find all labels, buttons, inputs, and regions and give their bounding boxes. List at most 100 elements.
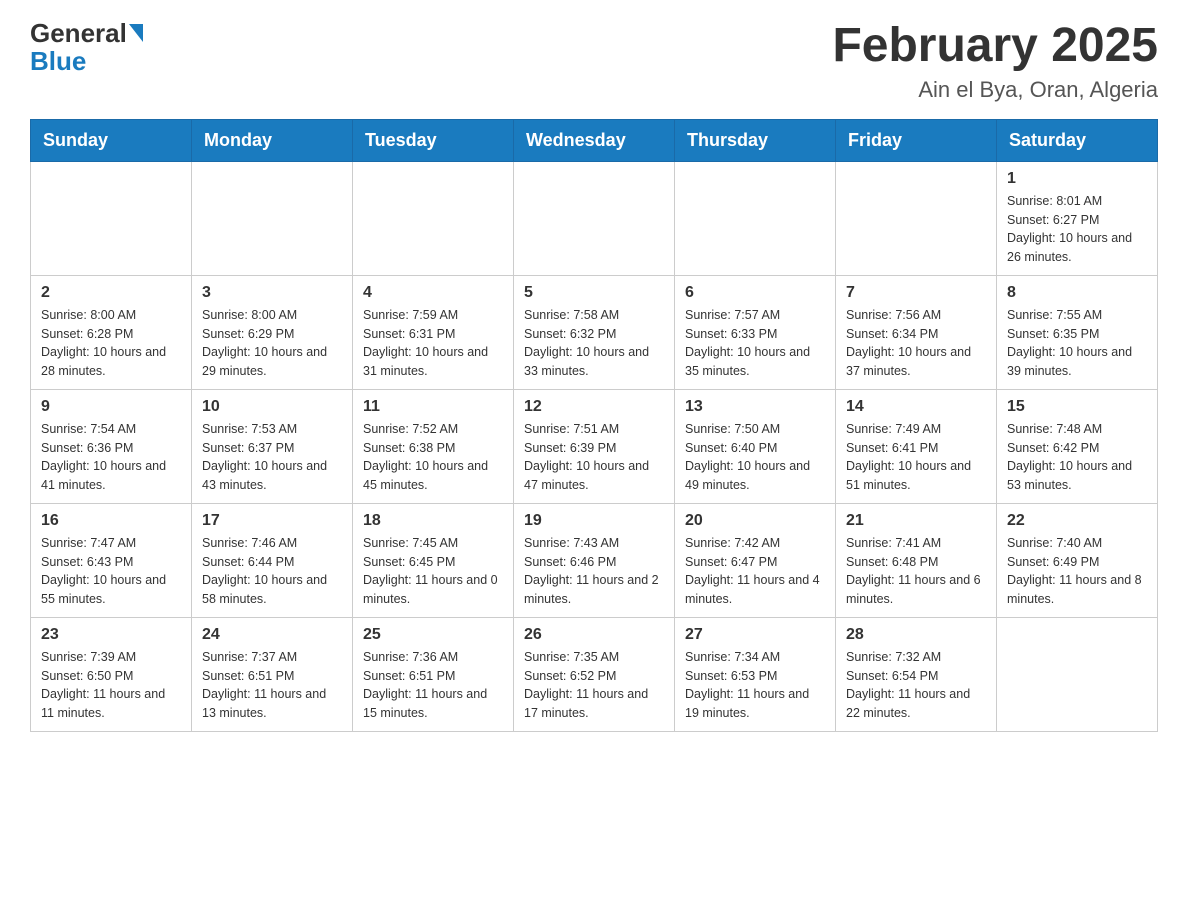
day-info: Sunrise: 7:59 AMSunset: 6:31 PMDaylight:… — [363, 306, 503, 381]
calendar-cell: 5 Sunrise: 7:58 AMSunset: 6:32 PMDaylight… — [514, 275, 675, 389]
day-number: 24 — [202, 626, 342, 644]
day-info: Sunrise: 7:49 AMSunset: 6:41 PMDaylight:… — [846, 420, 986, 495]
day-info: Sunrise: 7:40 AMSunset: 6:49 PMDaylight:… — [1007, 534, 1147, 609]
day-number: 16 — [41, 512, 181, 530]
day-number: 21 — [846, 512, 986, 530]
day-info: Sunrise: 7:54 AMSunset: 6:36 PMDaylight:… — [41, 420, 181, 495]
col-sunday: Sunday — [31, 119, 192, 161]
day-number: 9 — [41, 398, 181, 416]
calendar-cell: 18 Sunrise: 7:45 AMSunset: 6:45 PMDayligh… — [353, 503, 514, 617]
calendar-cell: 15 Sunrise: 7:48 AMSunset: 6:42 PMDayligh… — [997, 389, 1158, 503]
calendar-cell: 26 Sunrise: 7:35 AMSunset: 6:52 PMDayligh… — [514, 617, 675, 731]
calendar-cell: 19 Sunrise: 7:43 AMSunset: 6:46 PMDayligh… — [514, 503, 675, 617]
day-number: 12 — [524, 398, 664, 416]
day-info: Sunrise: 8:00 AMSunset: 6:29 PMDaylight:… — [202, 306, 342, 381]
day-info: Sunrise: 7:52 AMSunset: 6:38 PMDaylight:… — [363, 420, 503, 495]
logo-blue-text: Blue — [30, 46, 86, 76]
calendar-table: Sunday Monday Tuesday Wednesday Thursday… — [30, 119, 1158, 732]
day-info: Sunrise: 7:32 AMSunset: 6:54 PMDaylight:… — [846, 648, 986, 723]
calendar-week-5: 23 Sunrise: 7:39 AMSunset: 6:50 PMDayligh… — [31, 617, 1158, 731]
calendar-cell: 1 Sunrise: 8:01 AMSunset: 6:27 PMDaylight… — [997, 161, 1158, 275]
calendar-cell: 16 Sunrise: 7:47 AMSunset: 6:43 PMDayligh… — [31, 503, 192, 617]
day-info: Sunrise: 8:01 AMSunset: 6:27 PMDaylight:… — [1007, 192, 1147, 267]
day-info: Sunrise: 7:58 AMSunset: 6:32 PMDaylight:… — [524, 306, 664, 381]
day-info: Sunrise: 7:47 AMSunset: 6:43 PMDaylight:… — [41, 534, 181, 609]
calendar-cell — [31, 161, 192, 275]
calendar-cell: 12 Sunrise: 7:51 AMSunset: 6:39 PMDayligh… — [514, 389, 675, 503]
calendar-cell: 28 Sunrise: 7:32 AMSunset: 6:54 PMDayligh… — [836, 617, 997, 731]
day-info: Sunrise: 7:42 AMSunset: 6:47 PMDaylight:… — [685, 534, 825, 609]
day-info: Sunrise: 7:50 AMSunset: 6:40 PMDaylight:… — [685, 420, 825, 495]
day-number: 5 — [524, 284, 664, 302]
day-number: 25 — [363, 626, 503, 644]
day-info: Sunrise: 7:51 AMSunset: 6:39 PMDaylight:… — [524, 420, 664, 495]
col-thursday: Thursday — [675, 119, 836, 161]
day-info: Sunrise: 7:41 AMSunset: 6:48 PMDaylight:… — [846, 534, 986, 609]
calendar-cell: 7Sunrise: 7:56 AMSunset: 6:34 PMDaylight… — [836, 275, 997, 389]
calendar-title-area: February 2025 Ain el Bya, Oran, Algeria — [832, 20, 1158, 103]
col-monday: Monday — [192, 119, 353, 161]
day-number: 28 — [846, 626, 986, 644]
calendar-cell — [192, 161, 353, 275]
logo-general-text: General — [30, 20, 127, 46]
day-number: 11 — [363, 398, 503, 416]
calendar-cell: 11 Sunrise: 7:52 AMSunset: 6:38 PMDayligh… — [353, 389, 514, 503]
calendar-cell: 2 Sunrise: 8:00 AMSunset: 6:28 PMDaylight… — [31, 275, 192, 389]
day-info: Sunrise: 7:45 AMSunset: 6:45 PMDaylight:… — [363, 534, 503, 609]
calendar-cell — [353, 161, 514, 275]
day-number: 6 — [685, 284, 825, 302]
day-number: 8 — [1007, 284, 1147, 302]
day-number: 19 — [524, 512, 664, 530]
calendar-cell: 10 Sunrise: 7:53 AMSunset: 6:37 PMDayligh… — [192, 389, 353, 503]
day-number: 14 — [846, 398, 986, 416]
day-number: 3 — [202, 284, 342, 302]
calendar-cell — [997, 617, 1158, 731]
calendar-cell: 3 Sunrise: 8:00 AMSunset: 6:29 PMDaylight… — [192, 275, 353, 389]
day-info: Sunrise: 7:39 AMSunset: 6:50 PMDaylight:… — [41, 648, 181, 723]
day-number: 18 — [363, 512, 503, 530]
calendar-cell: 4Sunrise: 7:59 AMSunset: 6:31 PMDaylight… — [353, 275, 514, 389]
calendar-cell — [514, 161, 675, 275]
calendar-week-2: 2 Sunrise: 8:00 AMSunset: 6:28 PMDaylight… — [31, 275, 1158, 389]
calendar-cell: 23 Sunrise: 7:39 AMSunset: 6:50 PMDayligh… — [31, 617, 192, 731]
calendar-cell — [836, 161, 997, 275]
logo-arrow-icon — [129, 24, 143, 42]
day-info: Sunrise: 7:56 AMSunset: 6:34 PMDaylight:… — [846, 306, 986, 381]
calendar-cell: 27Sunrise: 7:34 AMSunset: 6:53 PMDayligh… — [675, 617, 836, 731]
calendar-week-1: 1 Sunrise: 8:01 AMSunset: 6:27 PMDaylight… — [31, 161, 1158, 275]
day-number: 10 — [202, 398, 342, 416]
day-number: 26 — [524, 626, 664, 644]
day-info: Sunrise: 7:43 AMSunset: 6:46 PMDaylight:… — [524, 534, 664, 609]
day-info: Sunrise: 7:53 AMSunset: 6:37 PMDaylight:… — [202, 420, 342, 495]
day-number: 13 — [685, 398, 825, 416]
calendar-cell: 24 Sunrise: 7:37 AMSunset: 6:51 PMDayligh… — [192, 617, 353, 731]
calendar-cell: 6 Sunrise: 7:57 AMSunset: 6:33 PMDaylight… — [675, 275, 836, 389]
calendar-cell — [675, 161, 836, 275]
day-info: Sunrise: 8:00 AMSunset: 6:28 PMDaylight:… — [41, 306, 181, 381]
day-number: 2 — [41, 284, 181, 302]
day-info: Sunrise: 7:57 AMSunset: 6:33 PMDaylight:… — [685, 306, 825, 381]
day-number: 17 — [202, 512, 342, 530]
day-info: Sunrise: 7:34 AMSunset: 6:53 PMDaylight:… — [685, 648, 825, 723]
day-number: 20 — [685, 512, 825, 530]
day-info: Sunrise: 7:37 AMSunset: 6:51 PMDaylight:… — [202, 648, 342, 723]
col-friday: Friday — [836, 119, 997, 161]
calendar-cell: 25 Sunrise: 7:36 AMSunset: 6:51 PMDayligh… — [353, 617, 514, 731]
day-number: 1 — [1007, 170, 1147, 188]
col-wednesday: Wednesday — [514, 119, 675, 161]
day-number: 23 — [41, 626, 181, 644]
col-tuesday: Tuesday — [353, 119, 514, 161]
day-number: 15 — [1007, 398, 1147, 416]
day-info: Sunrise: 7:36 AMSunset: 6:51 PMDaylight:… — [363, 648, 503, 723]
col-saturday: Saturday — [997, 119, 1158, 161]
logo: General Blue — [30, 20, 145, 77]
calendar-header-row: Sunday Monday Tuesday Wednesday Thursday… — [31, 119, 1158, 161]
day-info: Sunrise: 7:48 AMSunset: 6:42 PMDaylight:… — [1007, 420, 1147, 495]
calendar-week-4: 16 Sunrise: 7:47 AMSunset: 6:43 PMDayligh… — [31, 503, 1158, 617]
calendar-subtitle: Ain el Bya, Oran, Algeria — [832, 77, 1158, 103]
calendar-cell: 8Sunrise: 7:55 AMSunset: 6:35 PMDaylight… — [997, 275, 1158, 389]
calendar-cell: 9 Sunrise: 7:54 AMSunset: 6:36 PMDaylight… — [31, 389, 192, 503]
day-info: Sunrise: 7:35 AMSunset: 6:52 PMDaylight:… — [524, 648, 664, 723]
day-info: Sunrise: 7:46 AMSunset: 6:44 PMDaylight:… — [202, 534, 342, 609]
calendar-week-3: 9 Sunrise: 7:54 AMSunset: 6:36 PMDaylight… — [31, 389, 1158, 503]
